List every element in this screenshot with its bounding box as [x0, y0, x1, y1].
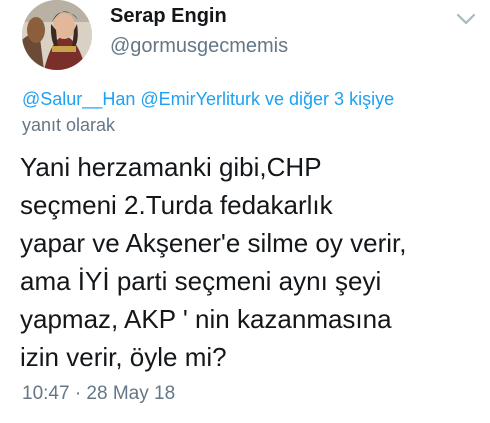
others-link[interactable]: ve diğer 3 kişiye — [265, 89, 394, 109]
tweet-text: Yani herzamanki gibi,CHP seçmeni 2.Turda… — [20, 148, 480, 376]
tweet-timestamp[interactable]: 10:47 · 28 May 18 — [22, 383, 175, 405]
tweet-text-line: yapmaz, AKP ' nin kazanmasına — [20, 304, 392, 334]
tweet-text-line: izin verir, öyle mi? — [20, 342, 227, 372]
reply-context: @Salur__Han @EmirYerliturk ve diğer 3 ki… — [22, 89, 394, 110]
tweet-text-line: Yani herzamanki gibi,CHP — [20, 152, 322, 182]
tweet-text-line: yapar ve Akşener'e silme oy verir, — [20, 228, 407, 258]
tweet-text-line: seçmeni 2.Turda fedakarlık — [20, 190, 333, 220]
avatar-image — [22, 0, 92, 70]
reply-suffix: yanıt olarak — [22, 115, 116, 135]
chevron-down-icon[interactable] — [455, 12, 477, 26]
avatar[interactable] — [22, 0, 92, 70]
mention-link[interactable]: @EmirYerliturk — [140, 89, 260, 109]
tweet: Serap Engin @gormusgecmemis @Salur__Han … — [0, 0, 490, 423]
author-handle[interactable]: @gormusgecmemis — [110, 35, 288, 58]
tweet-text-line: ama İYİ parti seçmeni aynı şeyi — [20, 266, 382, 296]
mention-link[interactable]: @Salur__Han — [22, 89, 135, 109]
author-display-name[interactable]: Serap Engin — [110, 5, 227, 28]
